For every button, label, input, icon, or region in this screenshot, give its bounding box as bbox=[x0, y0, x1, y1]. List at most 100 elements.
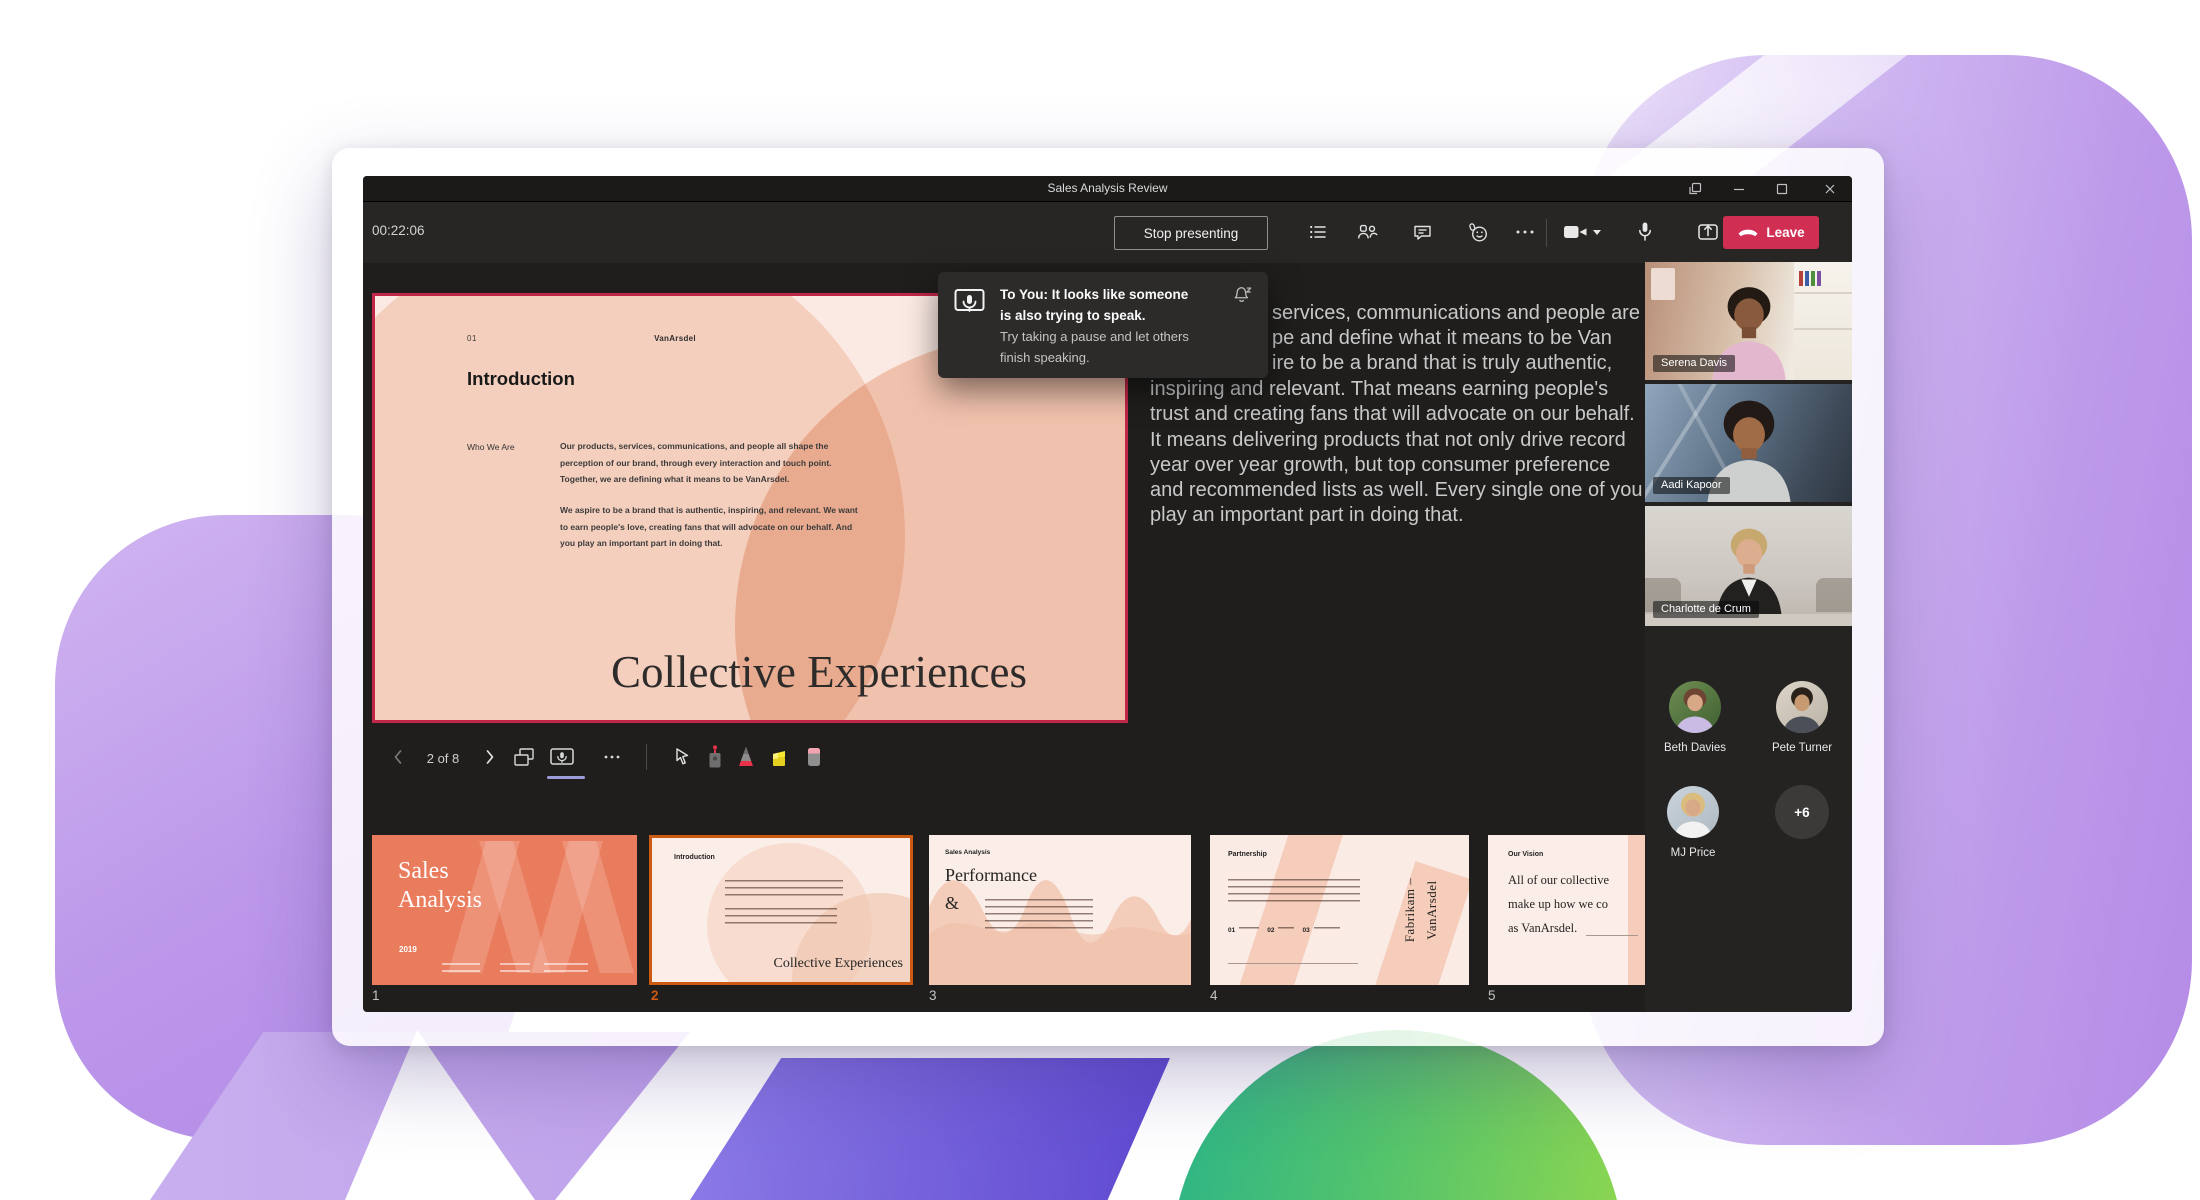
chair-decor bbox=[1816, 578, 1852, 612]
reading-line: and recommended lists as well. Every sin… bbox=[1150, 479, 1642, 502]
meeting-toolbar: 00:22:06 Stop presenting bbox=[363, 202, 1852, 263]
meeting-notes-icon[interactable] bbox=[1301, 215, 1335, 249]
stop-presenting-button[interactable]: Stop presenting bbox=[1114, 216, 1268, 250]
speaking-notification-toast: To You: It looks like someone is also tr… bbox=[938, 272, 1268, 378]
slide-section-label: Who We Are bbox=[467, 442, 515, 452]
thumb2-body-text bbox=[725, 880, 843, 900]
thumb5-line: as VanArsdel. bbox=[1508, 921, 1577, 936]
desktop-background: Sales Analysis Review 00:22:06 Stop pres… bbox=[0, 0, 2200, 1200]
grid-view-icon[interactable] bbox=[511, 744, 537, 770]
participant-video[interactable]: Serena Davis bbox=[1645, 262, 1852, 380]
avatar[interactable] bbox=[1669, 681, 1721, 733]
window-title: Sales Analysis Review bbox=[363, 181, 1852, 195]
mute-notifications-icon[interactable] bbox=[1232, 284, 1254, 309]
thumbnail-slide-1[interactable]: Sales Analysis 2019 bbox=[372, 835, 637, 985]
avatar-name: Pete Turner bbox=[1747, 742, 1852, 754]
popout-icon[interactable] bbox=[1685, 180, 1705, 198]
reading-line: trust and creating fans that will advoca… bbox=[1150, 403, 1635, 426]
thumb1-footer-text bbox=[500, 963, 530, 976]
toast-body: Try taking a pause and let others finish… bbox=[1000, 326, 1189, 368]
avatar-name: MJ Price bbox=[1638, 847, 1748, 859]
camera-icon[interactable] bbox=[1559, 215, 1605, 249]
presenter-view-active-underline bbox=[547, 776, 585, 779]
more-options-icon[interactable] bbox=[1508, 215, 1542, 249]
participant-video[interactable]: Aadi Kapoor bbox=[1645, 384, 1852, 502]
meeting-timer: 00:22:06 bbox=[372, 223, 425, 238]
slide-brand: VanArsdel bbox=[625, 334, 725, 343]
participant-name: Serena Davis bbox=[1653, 355, 1735, 372]
reading-line: services, communications and people are bbox=[1272, 302, 1640, 325]
thumb1-footer-text bbox=[442, 963, 480, 976]
navigator-more-icon[interactable] bbox=[599, 744, 625, 770]
avatar-name: Beth Davies bbox=[1640, 742, 1750, 754]
thumb1-year: 2019 bbox=[399, 945, 417, 954]
thumbnail-slide-2-selected[interactable]: Introduction Collective Experiences bbox=[649, 835, 913, 985]
laser-pointer-tool-icon[interactable] bbox=[702, 744, 728, 770]
slide-title: Collective Experiences bbox=[519, 646, 1119, 698]
green-circle bbox=[1172, 1030, 1624, 1200]
thumb4-steps: 010203 bbox=[1228, 927, 1340, 934]
chat-icon[interactable] bbox=[1405, 215, 1439, 249]
thumb3-heading: Sales Analysis bbox=[945, 849, 990, 856]
close-icon[interactable] bbox=[1820, 180, 1840, 198]
thumb3-amp: & bbox=[945, 893, 959, 914]
reading-line: It means delivering products that not on… bbox=[1150, 429, 1626, 452]
avatar[interactable] bbox=[1776, 681, 1828, 733]
overflow-participants-badge[interactable]: +6 bbox=[1775, 785, 1829, 839]
thumb5-underline bbox=[1586, 935, 1638, 936]
thumbnail-slide-4[interactable]: Partnership 010203 Fabrikam – VanArsdel bbox=[1210, 835, 1469, 985]
slide-paragraph: Our products, services, communications, … bbox=[560, 438, 865, 488]
toolbar-divider bbox=[1546, 219, 1547, 247]
share-icon[interactable] bbox=[1691, 215, 1725, 249]
titlebar: Sales Analysis Review bbox=[363, 176, 1852, 202]
eraser-tool-icon[interactable] bbox=[801, 744, 827, 770]
slide-index: 01 bbox=[467, 334, 477, 343]
slide-position: 2 of 8 bbox=[415, 751, 471, 766]
camera-dropdown-icon[interactable] bbox=[1593, 230, 1601, 235]
reading-line: inspiring and relevant. That means earni… bbox=[1150, 378, 1608, 401]
indigo-band-bottom bbox=[690, 1058, 1170, 1200]
participant-name: Aadi Kapoor bbox=[1653, 477, 1730, 494]
participant-video[interactable]: Charlotte de Crum bbox=[1645, 506, 1852, 626]
thumb2-title: Collective Experiences bbox=[707, 956, 903, 972]
thumb5-line: All of our collective bbox=[1508, 873, 1609, 888]
reactions-icon[interactable] bbox=[1461, 215, 1495, 249]
thumbnail-number: 1 bbox=[372, 988, 380, 1003]
mic-icon[interactable] bbox=[1628, 215, 1662, 249]
thumbnail-number: 4 bbox=[1210, 988, 1218, 1003]
toast-title: To You: It looks like someone is also tr… bbox=[1000, 284, 1188, 326]
minimize-icon[interactable] bbox=[1729, 180, 1749, 198]
thumb5-heading: Our Vision bbox=[1508, 851, 1543, 858]
next-slide-button[interactable] bbox=[477, 744, 503, 770]
thumb4-vertical-text: Fabrikam – VanArsdel bbox=[1399, 835, 1445, 985]
hang-up-icon bbox=[1737, 225, 1759, 240]
leave-button-label: Leave bbox=[1766, 225, 1804, 240]
reading-line: year over year growth, but top consumer … bbox=[1150, 454, 1610, 477]
thumb5-line: make up how we co bbox=[1508, 897, 1608, 912]
participants-icon[interactable] bbox=[1350, 215, 1384, 249]
thumb4-body-text bbox=[1228, 879, 1360, 905]
thumb4-divider bbox=[1228, 963, 1358, 964]
maximize-icon[interactable] bbox=[1772, 180, 1792, 198]
thumbnail-number: 5 bbox=[1488, 988, 1496, 1003]
thumb2-heading: Introduction bbox=[674, 854, 715, 861]
slide-paragraph: We aspire to be a brand that is authenti… bbox=[560, 502, 865, 552]
presenter-view-icon[interactable] bbox=[549, 744, 575, 770]
leave-button[interactable]: Leave bbox=[1723, 216, 1819, 249]
thumbnail-slide-3[interactable]: Sales Analysis Performance & bbox=[929, 835, 1191, 985]
thumb4-heading: Partnership bbox=[1228, 851, 1267, 858]
navigator-divider bbox=[646, 744, 647, 770]
thumbnail-slide-5[interactable]: Our Vision All of our collective make up… bbox=[1488, 835, 1645, 985]
reading-line: play an important part in doing that. bbox=[1150, 504, 1464, 527]
highlighter-tool-icon[interactable] bbox=[766, 744, 792, 770]
avatar[interactable] bbox=[1667, 786, 1719, 838]
pointer-tool-icon[interactable] bbox=[669, 744, 695, 770]
thumb3-body-text bbox=[985, 899, 1093, 931]
thumbnail-number: 3 bbox=[929, 988, 937, 1003]
pen-tool-icon[interactable] bbox=[733, 744, 759, 770]
screen-share-mic-icon bbox=[954, 288, 988, 323]
thumb1-footer-text bbox=[544, 963, 588, 976]
reading-line: pe and define what it means to be Van bbox=[1272, 327, 1612, 350]
previous-slide-button[interactable] bbox=[385, 744, 411, 770]
thumb2-body-text bbox=[725, 908, 837, 928]
